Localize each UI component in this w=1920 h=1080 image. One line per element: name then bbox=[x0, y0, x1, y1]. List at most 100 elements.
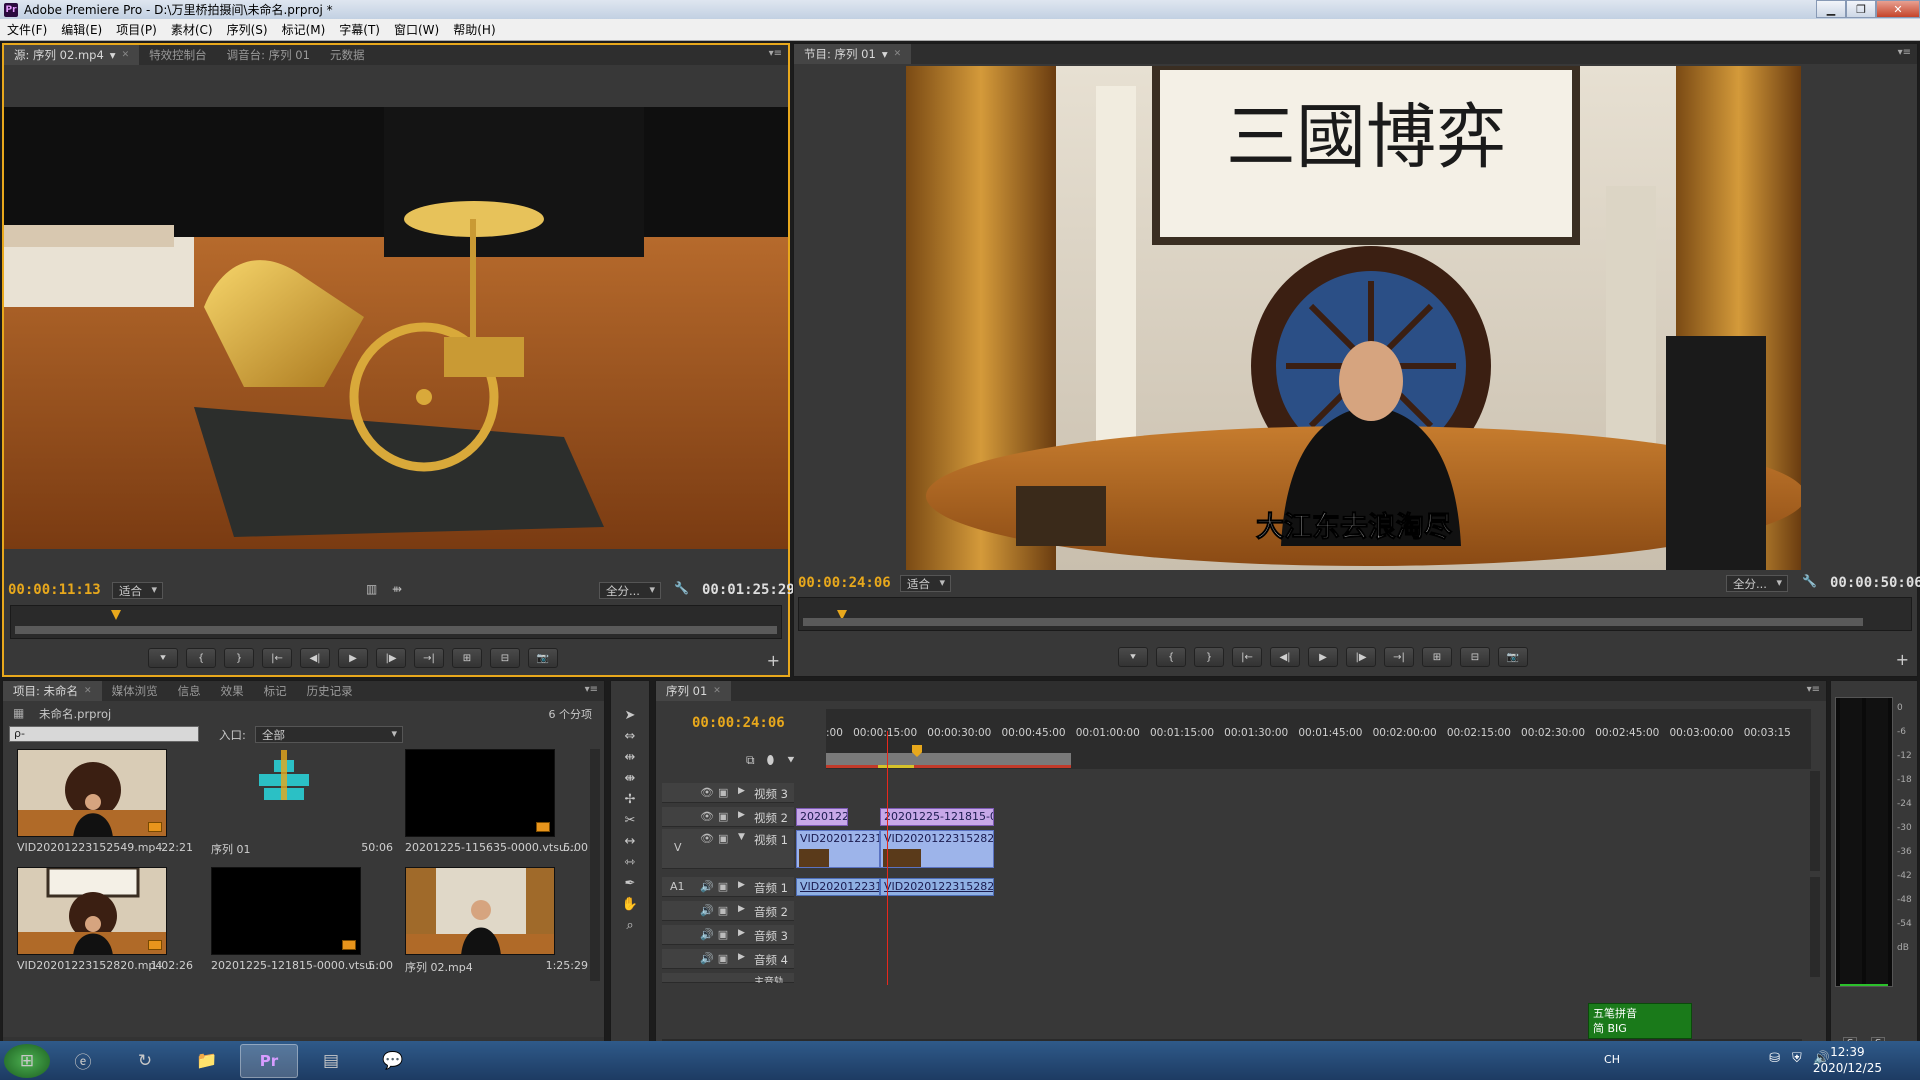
timeline-ruler[interactable]: :00 00:00:15:00 00:00:30:00 00:00:45:00 00:0… bbox=[826, 709, 1811, 769]
clip-v2-b[interactable]: 20201225-121815-0000.vtsu bbox=[880, 808, 994, 826]
program-quality-dropdown[interactable]: 全分... bbox=[1726, 575, 1788, 592]
audio-target-label[interactable]: A1 bbox=[670, 880, 685, 893]
export-frame-button[interactable]: 📷 bbox=[1498, 647, 1528, 667]
work-area-bar[interactable] bbox=[826, 753, 1071, 765]
go-to-out-button[interactable]: →| bbox=[1384, 647, 1414, 667]
minimize-button[interactable]: ▁ bbox=[1816, 0, 1846, 18]
extract-button[interactable]: ⊟ bbox=[1460, 647, 1490, 667]
eye-lock-icons[interactable]: 👁▣ bbox=[700, 810, 732, 823]
lift-button[interactable]: ⊞ bbox=[1422, 647, 1452, 667]
tab-audio-mixer[interactable]: 调音台: 序列 01 bbox=[217, 45, 320, 65]
safe-margins-icon[interactable]: ▥ bbox=[366, 582, 377, 596]
tab-markers[interactable]: 标记 bbox=[254, 681, 297, 701]
start-button[interactable]: ⊞ bbox=[4, 1043, 50, 1078]
menu-marker[interactable]: 标记(M) bbox=[275, 21, 333, 38]
thumb-sequence-01[interactable] bbox=[208, 749, 358, 837]
wrench-icon[interactable]: 🔧 bbox=[1802, 574, 1817, 588]
program-time-ruler[interactable] bbox=[798, 597, 1912, 631]
slide-tool-icon[interactable]: ⇿ bbox=[619, 852, 641, 872]
marker-button[interactable]: ⯆ bbox=[148, 648, 178, 668]
menu-file[interactable]: 文件(F) bbox=[0, 21, 54, 38]
menu-window[interactable]: 窗口(W) bbox=[387, 21, 446, 38]
ripple-edit-tool-icon[interactable]: ⇹ bbox=[619, 747, 641, 767]
playhead-icon[interactable] bbox=[111, 610, 121, 620]
tab-source[interactable]: 源: 序列 02.mp4 ▾ ✕ bbox=[4, 45, 140, 65]
menu-clip[interactable]: 素材(C) bbox=[164, 21, 220, 38]
premiere-taskbar-icon[interactable]: Pr bbox=[240, 1043, 298, 1078]
set-marker-icon[interactable]: ⬮ bbox=[767, 753, 775, 768]
expand-icon[interactable]: ▶ bbox=[738, 928, 745, 938]
speaker-lock-icons[interactable]: 🔊▣ bbox=[700, 952, 732, 965]
source-current-timecode[interactable]: 00:00:11:13 bbox=[8, 582, 101, 598]
mark-in-button[interactable]: { bbox=[1156, 647, 1186, 667]
tab-program[interactable]: 节目: 序列 01 ▾ ✕ bbox=[794, 44, 912, 64]
explorer-icon[interactable]: 📁 bbox=[178, 1044, 236, 1078]
menu-project[interactable]: 项目(P) bbox=[109, 21, 164, 38]
wechat-icon[interactable]: 💬 bbox=[364, 1044, 422, 1078]
speaker-lock-icons[interactable]: 🔊▣ bbox=[700, 880, 732, 893]
thumb-vid-152820[interactable] bbox=[17, 867, 167, 955]
search-input[interactable]: ρ- bbox=[9, 726, 199, 742]
close-button[interactable]: ✕ bbox=[1876, 0, 1920, 18]
tab-sequence-01[interactable]: 序列 01 ✕ bbox=[656, 681, 731, 701]
marker-button[interactable]: ⯆ bbox=[1118, 647, 1148, 667]
tab-metadata[interactable]: 元数据 bbox=[320, 45, 375, 65]
program-fit-dropdown[interactable]: 适合 bbox=[900, 575, 951, 592]
play-button[interactable]: ▶ bbox=[1308, 647, 1338, 667]
notepad-icon[interactable]: ▤ bbox=[302, 1044, 360, 1078]
zoom-scrollbar[interactable] bbox=[803, 618, 1863, 626]
tab-info[interactable]: 信息 bbox=[168, 681, 211, 701]
mark-in-button[interactable]: { bbox=[186, 648, 216, 668]
network-icon[interactable]: ⛁ bbox=[1769, 1051, 1780, 1066]
collapse-icon[interactable]: ▼ bbox=[738, 832, 745, 842]
panel-menu-icon[interactable]: ▾≡ bbox=[585, 684, 598, 695]
menu-title[interactable]: 字幕(T) bbox=[332, 21, 387, 38]
timeline-timecode[interactable]: 00:00:24:06 bbox=[692, 715, 785, 731]
ime-toolbar[interactable]: 五笔拼音 简 BIG bbox=[1588, 1003, 1692, 1039]
pen-tool-icon[interactable]: ✒ bbox=[619, 873, 641, 893]
export-frame-button[interactable]: 📷 bbox=[528, 648, 558, 668]
program-current-timecode[interactable]: 00:00:24:06 bbox=[798, 575, 891, 591]
zoom-scrollbar[interactable] bbox=[15, 626, 777, 634]
video-v-scrollbar[interactable] bbox=[1810, 771, 1820, 871]
add-button-icon[interactable]: + bbox=[767, 651, 780, 670]
thumb-vid-152549[interactable] bbox=[17, 749, 167, 837]
panel-menu-icon[interactable]: ▾≡ bbox=[1807, 684, 1820, 695]
menu-edit[interactable]: 编辑(E) bbox=[54, 21, 109, 38]
eye-lock-icons[interactable]: 👁▣ bbox=[700, 786, 732, 799]
close-tab-icon[interactable]: ✕ bbox=[894, 49, 902, 59]
clock[interactable]: 12:39 2020/12/25 bbox=[1813, 1044, 1882, 1076]
security-icon[interactable]: ⛨ bbox=[1792, 1051, 1802, 1066]
step-back-button[interactable]: ◀| bbox=[1270, 647, 1300, 667]
marker-icon[interactable]: ⯆ bbox=[786, 753, 796, 768]
clip-v2-a[interactable]: 20201225 bbox=[796, 808, 848, 826]
close-tab-icon[interactable]: ✕ bbox=[84, 686, 92, 696]
go-to-in-button[interactable]: |← bbox=[1232, 647, 1262, 667]
hand-tool-icon[interactable]: ✋ bbox=[619, 894, 641, 914]
thumb-vtsu-121815[interactable] bbox=[211, 867, 361, 955]
dropdown-icon[interactable]: ▾ bbox=[110, 48, 116, 62]
mark-out-button[interactable]: } bbox=[224, 648, 254, 668]
menu-help[interactable]: 帮助(H) bbox=[446, 21, 502, 38]
selection-tool-icon[interactable]: ➤ bbox=[619, 705, 641, 725]
go-to-in-button[interactable]: |← bbox=[262, 648, 292, 668]
clip-a1-b[interactable]: VID20201223152820.mp4 bbox=[880, 878, 994, 896]
clip-a1-a[interactable]: VID20201223152549 bbox=[796, 878, 880, 896]
thumb-sequence-02[interactable] bbox=[405, 867, 555, 955]
wrench-icon[interactable]: 🔧 bbox=[674, 581, 689, 595]
play-button[interactable]: ▶ bbox=[338, 648, 368, 668]
step-forward-button[interactable]: |▶ bbox=[1346, 647, 1376, 667]
expand-icon[interactable]: ▶ bbox=[738, 904, 745, 914]
language-indicator[interactable]: CH bbox=[1604, 1053, 1620, 1066]
source-time-ruler[interactable] bbox=[10, 605, 782, 639]
step-forward-button[interactable]: |▶ bbox=[376, 648, 406, 668]
expand-icon[interactable]: ▶ bbox=[738, 952, 745, 962]
panel-menu-icon[interactable]: ▾≡ bbox=[1898, 47, 1911, 58]
razor-tool-icon[interactable]: ✂ bbox=[619, 810, 641, 830]
expand-icon[interactable]: ▶ bbox=[738, 810, 745, 820]
in-dropdown[interactable]: 全部 bbox=[255, 726, 403, 743]
tab-media-browser[interactable]: 媒体浏览 bbox=[102, 681, 168, 701]
expand-icon[interactable]: ▶ bbox=[738, 880, 745, 890]
clip-v1-a[interactable]: VID20201223152549 bbox=[796, 830, 880, 868]
dropdown-icon[interactable]: ▾ bbox=[882, 47, 888, 61]
